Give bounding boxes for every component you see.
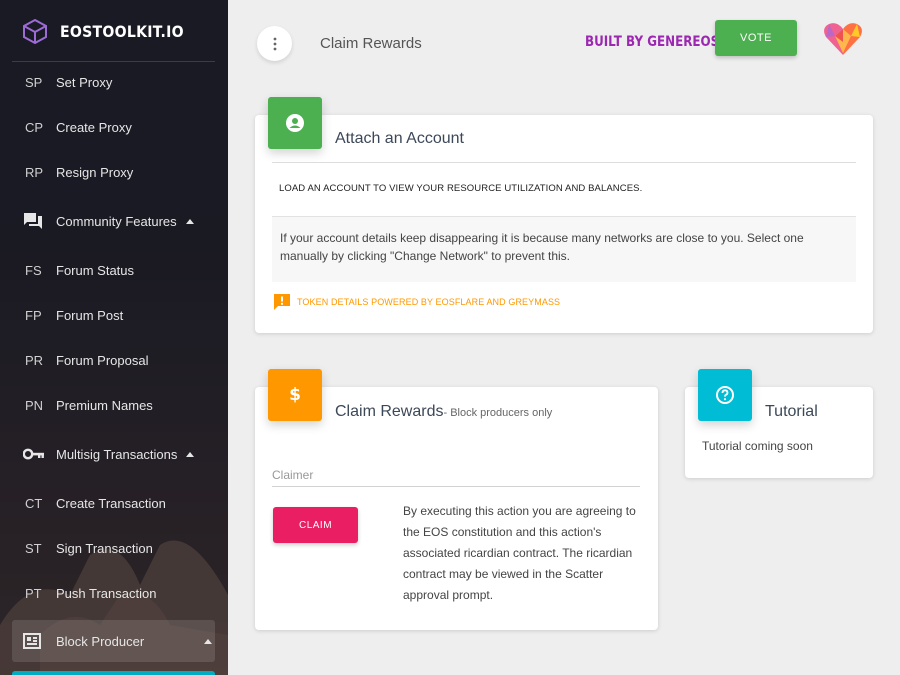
forum-icon [24, 213, 42, 229]
sidebar-active-subitem-edge[interactable] [12, 671, 215, 675]
attach-account-card: Attach an Account LOAD AN ACCOUNT TO VIE… [255, 97, 873, 333]
claim-button[interactable]: CLAIM [273, 507, 358, 543]
sidebar-item-label: Forum Post [56, 307, 124, 323]
sidebar-item-sign-transaction[interactable]: ST Sign Transaction [12, 527, 215, 569]
caret-up-icon [185, 218, 194, 224]
claim-rewards-card: $ Claim Rewards- Block producers only CL… [255, 369, 658, 630]
sidebar-item-create-proxy[interactable]: CP Create Proxy [12, 106, 215, 148]
genereos-heart-logo-icon[interactable] [823, 22, 863, 56]
network-note: If your account details keep disappearin… [272, 216, 856, 282]
sidebar-item-forum-post[interactable]: FP Forum Post [12, 294, 215, 336]
more-menu-button[interactable] [257, 26, 292, 61]
sidebar-item-create-transaction[interactable]: CT Create Transaction [12, 482, 215, 524]
card-header-icon-box: $ [268, 369, 322, 421]
key-icon [23, 448, 44, 460]
sidebar-item-resign-proxy[interactable]: RP Resign Proxy [12, 151, 215, 193]
sidebar: EOSTOOLKIT.IO SP Set Proxy CP Create Pro… [0, 0, 228, 675]
sidebar-item-label: Block Producer [56, 633, 145, 649]
divider [272, 162, 856, 163]
powered-by-notice: TOKEN DETAILS POWERED BY EOSFLARE AND GR… [273, 293, 560, 311]
vote-button[interactable]: VOTE [715, 20, 797, 56]
warning-icon [274, 294, 290, 310]
claimer-field[interactable] [272, 465, 640, 487]
sidebar-item-block-producer[interactable]: Block Producer [12, 620, 215, 662]
sidebar-item-abbr: FS [25, 262, 42, 278]
sidebar-item-abbr: CT [25, 495, 43, 511]
card-title: Attach an Account [335, 130, 464, 147]
caret-up-icon [204, 638, 213, 644]
powered-by-text: TOKEN DETAILS POWERED BY EOSFLARE AND GR… [297, 297, 561, 307]
sidebar-item-label: Forum Proposal [56, 352, 149, 368]
built-by-generos-link[interactable]: BUILT BY GENEREOS [585, 34, 719, 50]
sidebar-item-label: Multisig Transactions [56, 446, 178, 462]
more-vert-icon [273, 37, 276, 50]
account-circle-icon [286, 114, 304, 132]
load-account-instruction: LOAD AN ACCOUNT TO VIEW YOUR RESOURCE UT… [279, 183, 643, 194]
sidebar-item-label: Community Features [56, 213, 177, 229]
sidebar-item-abbr: ST [25, 540, 42, 556]
page-title: Claim Rewards [320, 35, 422, 52]
sidebar-item-label: Create Proxy [56, 119, 132, 135]
sidebar-item-label: Resign Proxy [56, 164, 134, 180]
sidebar-item-abbr: PN [25, 397, 44, 413]
sidebar-item-label: Premium Names [56, 397, 153, 413]
sidebar-item-abbr: CP [25, 119, 44, 135]
dollar-icon: $ [289, 385, 301, 405]
sidebar-item-forum-proposal[interactable]: PR Forum Proposal [12, 339, 215, 381]
sidebar-item-abbr: SP [25, 74, 43, 90]
help-icon [716, 386, 734, 404]
sidebar-item-abbr: FP [25, 307, 42, 323]
sidebar-item-forum-status[interactable]: FS Forum Status [12, 249, 215, 291]
sidebar-item-label: Forum Status [56, 262, 135, 278]
claimer-input[interactable] [272, 465, 640, 485]
card-title-text: Claim Rewards [335, 403, 444, 420]
caret-up-icon [186, 451, 195, 457]
sidebar-item-label: Push Transaction [56, 585, 157, 601]
block-producer-icon [23, 633, 41, 649]
sidebar-item-label: Create Transaction [56, 495, 166, 511]
card-title: Tutorial [765, 403, 818, 420]
sidebar-item-abbr: PR [25, 352, 44, 368]
card-title: Claim Rewards- Block producers only [335, 403, 552, 421]
card-header-icon-box [268, 97, 322, 149]
brand-name: EOSTOOLKIT.IO [60, 21, 184, 41]
sidebar-item-premium-names[interactable]: PN Premium Names [12, 384, 215, 426]
sidebar-item-push-transaction[interactable]: PT Push Transaction [12, 572, 215, 614]
sidebar-item-set-proxy[interactable]: SP Set Proxy [12, 61, 215, 103]
sidebar-item-label: Set Proxy [56, 74, 113, 90]
sidebar-item-abbr: PT [25, 585, 42, 601]
sidebar-item-multisig-transactions[interactable]: Multisig Transactions [12, 433, 215, 475]
cube-logo-icon [23, 18, 47, 44]
card-subtitle: - Block producers only [443, 407, 553, 419]
ricardian-disclaimer: By executing this action you are agreein… [403, 504, 636, 602]
tutorial-body: Tutorial coming soon [702, 439, 813, 453]
card-header-icon-box [698, 369, 752, 421]
brand[interactable]: EOSTOOLKIT.IO [0, 0, 228, 62]
sidebar-item-label: Sign Transaction [56, 540, 153, 556]
sidebar-item-abbr: RP [25, 164, 44, 180]
tutorial-card: Tutorial Tutorial coming soon [685, 369, 873, 478]
sidebar-item-community-features[interactable]: Community Features [12, 200, 215, 242]
